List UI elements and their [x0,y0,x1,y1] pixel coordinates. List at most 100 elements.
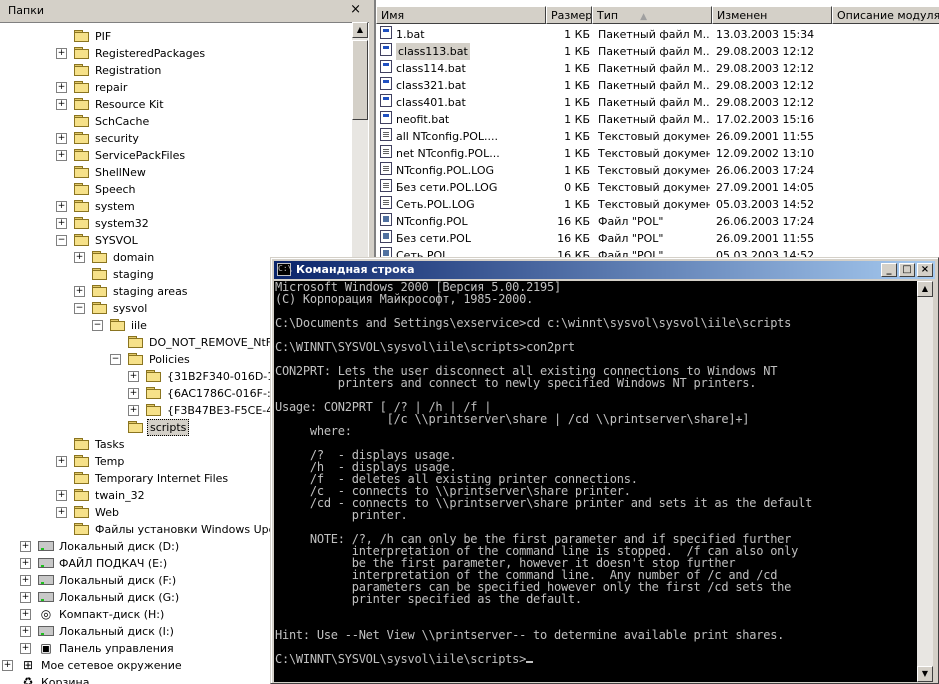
folder-icon [74,166,90,178]
close-button[interactable]: × [917,263,933,277]
command-prompt-titlebar[interactable]: C:\ Командная строка _ □ × [274,261,935,279]
tree-item-label: domain [113,251,155,264]
folder-icon [74,132,90,144]
file-type: Пакетный файл M... [598,96,710,109]
policy-file-icon [380,213,392,226]
file-row[interactable]: Без сети.POL.LOG 0 КБ Текстовый документ 27… [376,179,939,196]
collapse-icon[interactable]: − [74,303,85,314]
file-row[interactable]: NTconfig.POL.LOG 1 КБ Текстовый документ 26… [376,162,939,179]
expand-icon[interactable]: + [74,252,85,263]
expand-icon[interactable]: + [56,201,67,212]
expand-icon[interactable]: + [20,609,31,620]
tree-item[interactable]: + system [0,198,350,215]
folder-icon [74,98,90,110]
file-row[interactable]: all NTconfig.POL.... 1 КБ Текстовый докуме… [376,128,939,145]
file-row[interactable]: NTconfig.POL 16 КБ Файл "POL" 26.06.2003 17… [376,213,939,230]
expand-icon[interactable]: + [74,286,85,297]
column-type[interactable]: Тип ▲ [592,6,712,24]
expand-icon[interactable]: + [56,82,67,93]
file-row[interactable]: class113.bat 1 КБ Пакетный файл M... 29.08.… [376,43,939,60]
collapse-icon[interactable]: − [92,320,103,331]
expand-icon[interactable]: + [20,541,31,552]
console-output[interactable]: Microsoft Windows 2000 [Версия 5.00.2195… [274,281,917,682]
expand-icon[interactable]: + [128,405,139,416]
expand-icon[interactable]: + [20,558,31,569]
minimize-button[interactable]: _ [881,263,897,277]
file-type: Файл "POL" [598,232,664,245]
tree-item[interactable]: − SYSVOL [0,232,350,249]
collapse-icon[interactable]: − [56,235,67,246]
file-row[interactable]: class114.bat 1 КБ Пакетный файл M... 29.08.… [376,60,939,77]
expand-icon[interactable]: + [56,507,67,518]
file-row[interactable]: Без сети.POL 16 КБ Файл "POL" 26.09.2001 11… [376,230,939,247]
file-size: 0 КБ [564,181,590,194]
expand-icon[interactable]: + [20,592,31,603]
file-date: 26.06.2003 17:24 [716,215,815,228]
file-row[interactable]: 1.bat 1 КБ Пакетный файл M... 13.03.2003 15… [376,26,939,43]
folder-icon [92,251,108,263]
tree-item-label: iile [131,319,147,332]
file-row[interactable]: net NTconfig.POL... 1 КБ Текстовый докумен… [376,145,939,162]
file-row[interactable]: class321.bat 1 КБ Пакетный файл M... 29.08.… [376,77,939,94]
column-description[interactable]: Описание модуля [832,6,939,24]
expand-icon[interactable]: + [2,660,13,671]
folder-icon [74,30,90,42]
tree-item[interactable]: + repair [0,79,350,96]
file-list-header: Имя Размер Тип ▲ Изменен Описание модуля [376,6,939,24]
console-scrollbar[interactable]: ▲ ▼ [917,281,933,682]
policy-file-icon [380,230,392,243]
file-name: NTconfig.POL [396,215,468,228]
tree-item[interactable]: PIF [0,28,350,45]
tree-item[interactable]: + RegisteredPackages [0,45,350,62]
expand-icon[interactable]: + [20,626,31,637]
tree-item-label: ФАЙЛ ПОДКАЧ (E:) [59,557,168,570]
column-name[interactable]: Имя [376,6,546,24]
tree-item[interactable]: + ServicePackFiles [0,147,350,164]
text-file-icon [380,162,392,175]
file-size: 1 КБ [564,96,590,109]
expand-icon[interactable]: + [128,371,139,382]
expand-icon[interactable]: + [56,133,67,144]
tree-item[interactable]: + Resource Kit [0,96,350,113]
file-row[interactable]: Сеть.POL.LOG 1 КБ Текстовый документ 05.03.… [376,196,939,213]
expand-icon[interactable]: + [56,150,67,161]
console-window-icon[interactable]: C:\ [277,263,292,276]
collapse-icon[interactable]: − [110,354,121,365]
tree-item[interactable]: + system32 [0,215,350,232]
file-name: Сеть.POL.LOG [396,198,475,211]
tree-item[interactable]: ShellNew [0,164,350,181]
cd-drive-icon: ◎ [40,607,52,621]
file-type: Файл "POL" [598,215,664,228]
expand-icon[interactable]: + [128,388,139,399]
scroll-thumb[interactable] [352,40,368,120]
tree-item-label: {6AC1786C-016F-: [167,387,271,400]
expand-icon[interactable]: + [20,575,31,586]
expand-icon[interactable]: + [56,48,67,59]
text-file-icon [380,128,392,141]
maximize-button[interactable]: □ [899,263,915,277]
column-size[interactable]: Размер [546,6,592,24]
tree-item-label: Корзина [41,676,90,684]
scroll-down-icon[interactable]: ▼ [917,666,933,682]
expand-icon[interactable]: + [56,99,67,110]
tree-item[interactable]: Speech [0,181,350,198]
file-row[interactable]: neofit.bat 1 КБ Пакетный файл M... 17.02.20… [376,111,939,128]
close-icon[interactable]: × [350,2,361,17]
tree-item[interactable]: + security [0,130,350,147]
column-modified[interactable]: Изменен [712,6,832,24]
batch-file-icon [380,77,392,90]
file-size: 1 КБ [564,79,590,92]
folder-icon [128,336,144,348]
tree-item[interactable]: SchCache [0,113,350,130]
file-row[interactable]: class401.bat 1 КБ Пакетный файл M... 29.08.… [376,94,939,111]
expand-icon[interactable]: + [56,218,67,229]
expand-icon[interactable]: + [20,643,31,654]
expand-icon[interactable]: + [56,490,67,501]
file-date: 05.03.2003 14:52 [716,198,815,211]
expand-icon[interactable]: + [56,456,67,467]
tree-item[interactable]: Registration [0,62,350,79]
command-prompt-window[interactable]: C:\ Командная строка _ □ × Microsoft Win… [270,257,939,684]
folder-icon [74,149,90,161]
scroll-up-icon[interactable]: ▲ [917,281,933,297]
scroll-up-icon[interactable]: ▲ [352,22,368,38]
